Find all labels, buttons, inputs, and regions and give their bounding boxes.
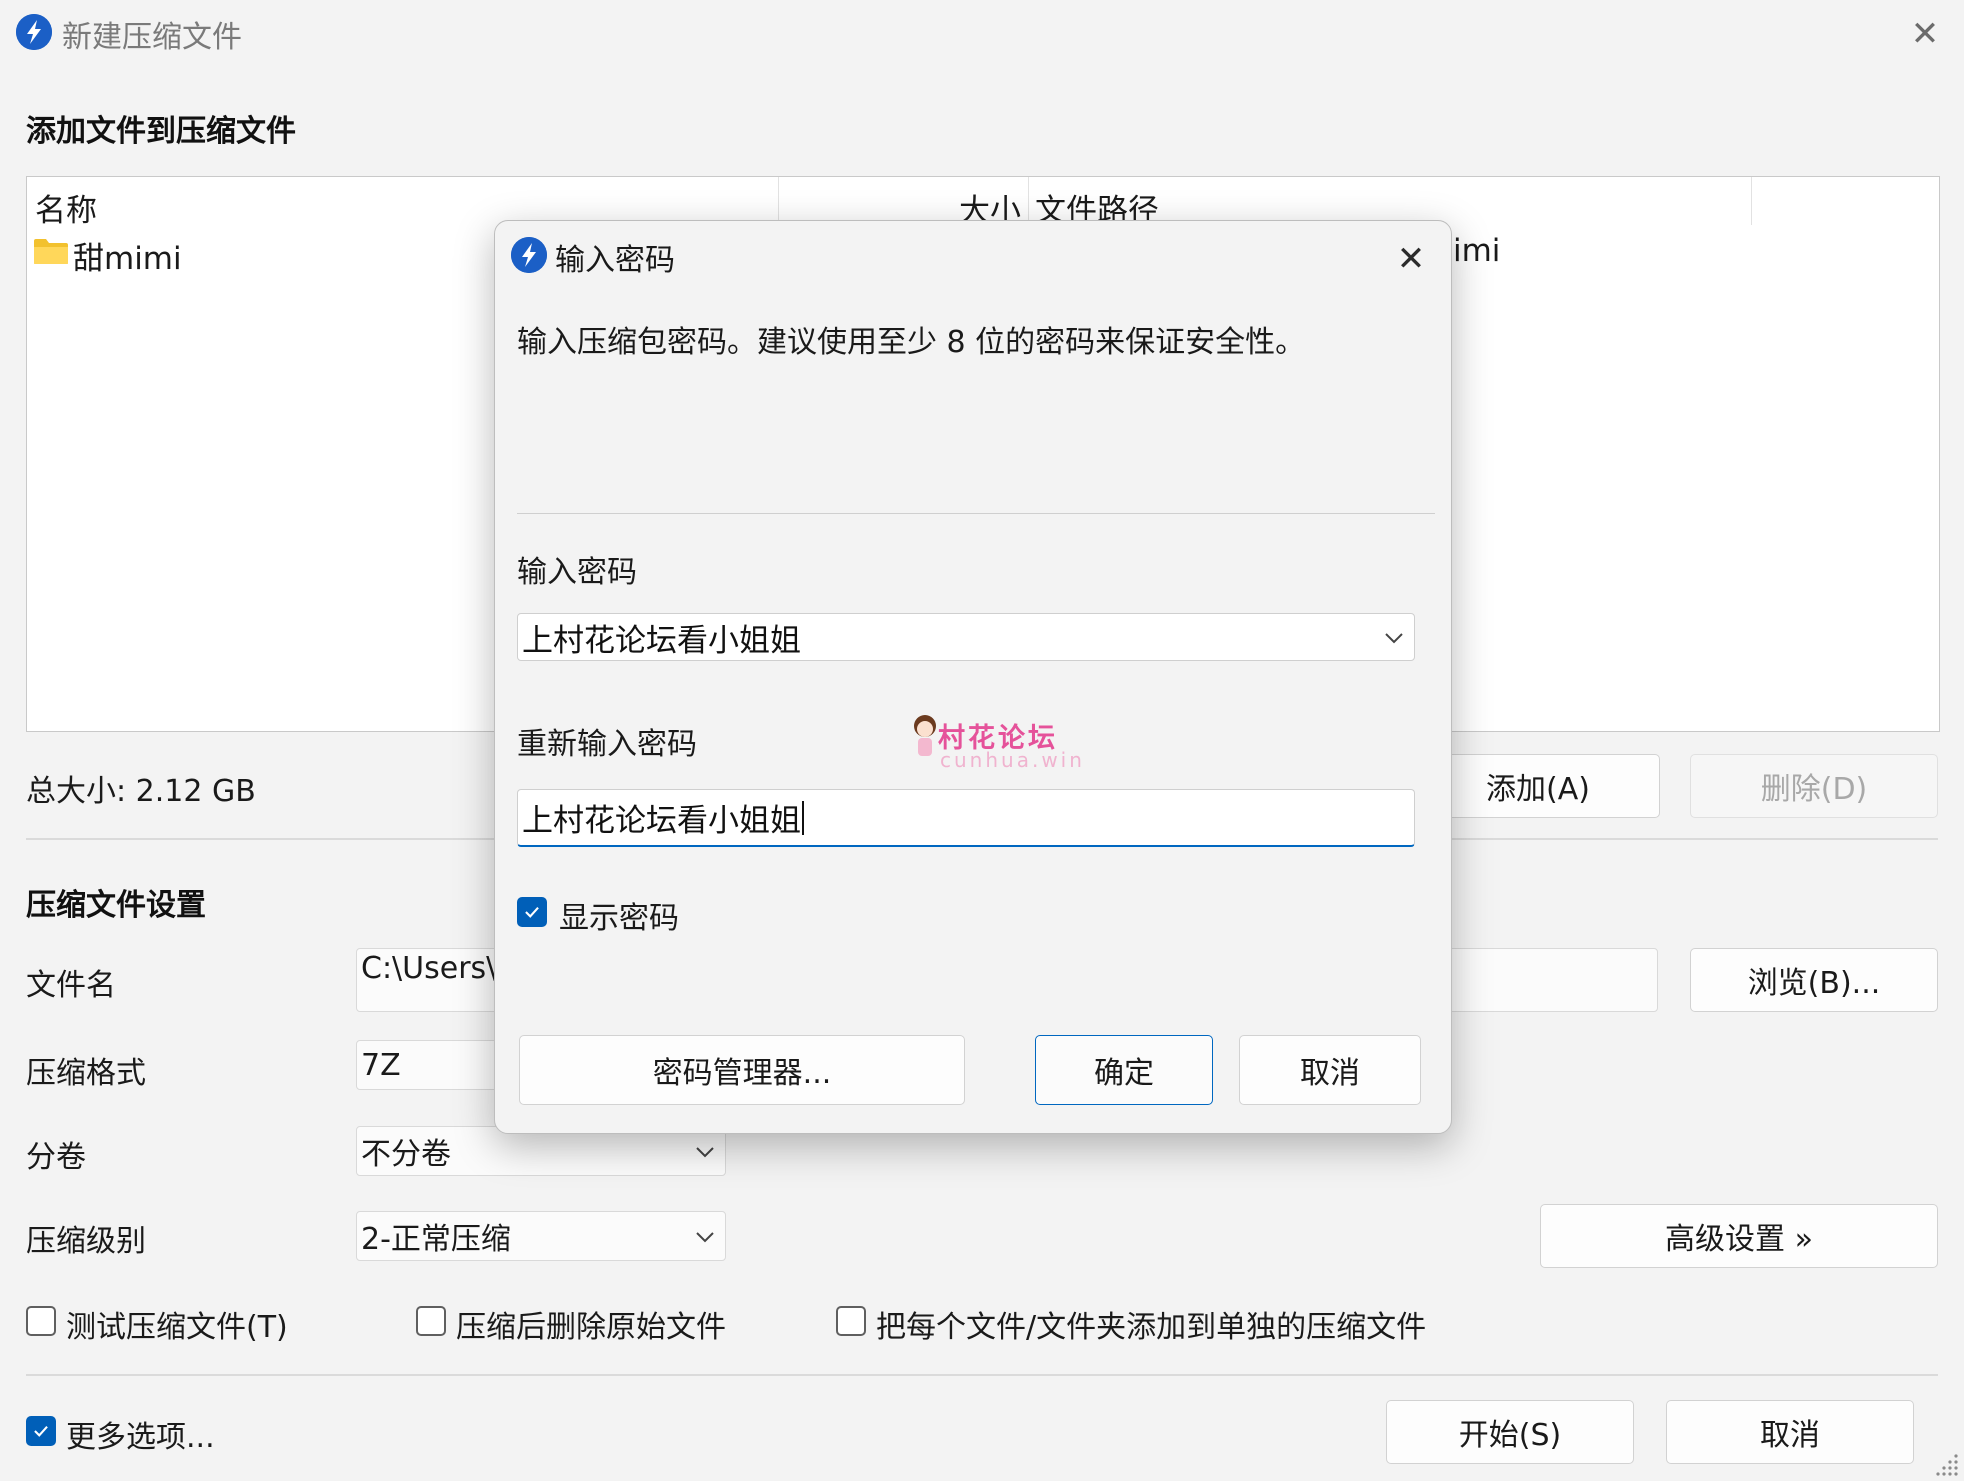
main-cancel-button[interactable]: 取消 [1666,1400,1914,1464]
row-path: imi [1453,233,1501,269]
delete-after-checkbox[interactable] [416,1306,446,1336]
divider [517,513,1435,514]
browse-button[interactable]: 浏览(B)... [1690,948,1938,1012]
folder-icon [34,239,68,264]
checkmark-icon [525,906,539,918]
add-button[interactable]: 添加(A) [1416,754,1660,818]
delete-after-label: 压缩后删除原始文件 [456,1310,726,1345]
level-select[interactable]: 2-正常压缩 [356,1211,726,1261]
chevron-down-icon [696,1147,714,1158]
app-logo-icon [511,237,547,273]
watermark-subtext: cunhua.win [940,748,1085,772]
password-manager-button[interactable]: 密码管理器... [519,1035,965,1105]
girl-mascot-icon [914,715,936,756]
password-value: 上村花论坛看小姐姐 [522,622,801,659]
advanced-settings-button[interactable]: 高级设置 » [1540,1204,1938,1268]
format-label: 压缩格式 [26,1056,146,1091]
title-bar [0,0,1964,66]
files-section-heading: 添加文件到压缩文件 [26,114,296,149]
row-name: 甜mimi [73,241,182,277]
level-value: 2-正常压缩 [361,1222,511,1257]
test-archive-label: 测试压缩文件(T) [66,1310,288,1345]
split-label: 分卷 [26,1140,86,1175]
password-dialog: 输入密码 ✕ 输入压缩包密码。建议使用至少 8 位的密码来保证安全性。 输入密码… [494,220,1452,1134]
column-header-name[interactable]: 名称 [35,185,97,230]
password-label: 输入密码 [517,555,637,590]
level-label: 压缩级别 [26,1224,146,1259]
confirm-password-value: 上村花论坛看小姐姐 [522,803,801,839]
dialog-cancel-button[interactable]: 取消 [1239,1035,1421,1105]
filename-value: C:\Users\ [361,951,497,986]
test-archive-checkbox[interactable] [26,1306,56,1336]
chevron-down-icon[interactable] [1384,632,1404,644]
column-separator[interactable] [1028,177,1029,225]
format-value: 7Z [361,1047,401,1083]
separate-archives-label: 把每个文件/文件夹添加到单独的压缩文件 [876,1310,1427,1345]
app-logo-icon [16,14,52,50]
separate-archives-checkbox[interactable] [836,1306,866,1336]
resize-grip-icon[interactable] [1936,1452,1960,1476]
confirm-password-label: 重新输入密码 [517,727,697,762]
more-options-checkbox[interactable] [26,1416,56,1446]
confirm-password-input[interactable]: 上村花论坛看小姐姐 [517,789,1415,847]
split-value: 不分卷 [361,1137,451,1172]
settings-section-heading: 压缩文件设置 [26,888,206,923]
ok-button[interactable]: 确定 [1035,1035,1213,1105]
dialog-title: 输入密码 [555,243,675,278]
divider [26,1374,1938,1376]
show-password-checkbox[interactable] [517,897,547,927]
dialog-description: 输入压缩包密码。建议使用至少 8 位的密码来保证安全性。 [517,325,1306,360]
window-close-button[interactable]: ✕ [1905,14,1945,54]
column-separator[interactable] [778,177,779,225]
start-button[interactable]: 开始(S) [1386,1400,1634,1464]
column-separator[interactable] [1751,177,1752,225]
more-options-label: 更多选项... [66,1420,215,1455]
delete-button[interactable]: 删除(D) [1690,754,1938,818]
filename-label: 文件名 [26,968,116,1003]
text-caret [802,800,804,835]
password-input[interactable]: 上村花论坛看小姐姐 [517,613,1415,661]
show-password-label: 显示密码 [559,901,679,936]
window-title: 新建压缩文件 [62,20,242,55]
total-size: 总大小: 2.12 GB [26,774,256,809]
checkmark-icon [34,1425,48,1437]
dialog-close-button[interactable]: ✕ [1391,239,1431,279]
chevron-down-icon [696,1232,714,1243]
